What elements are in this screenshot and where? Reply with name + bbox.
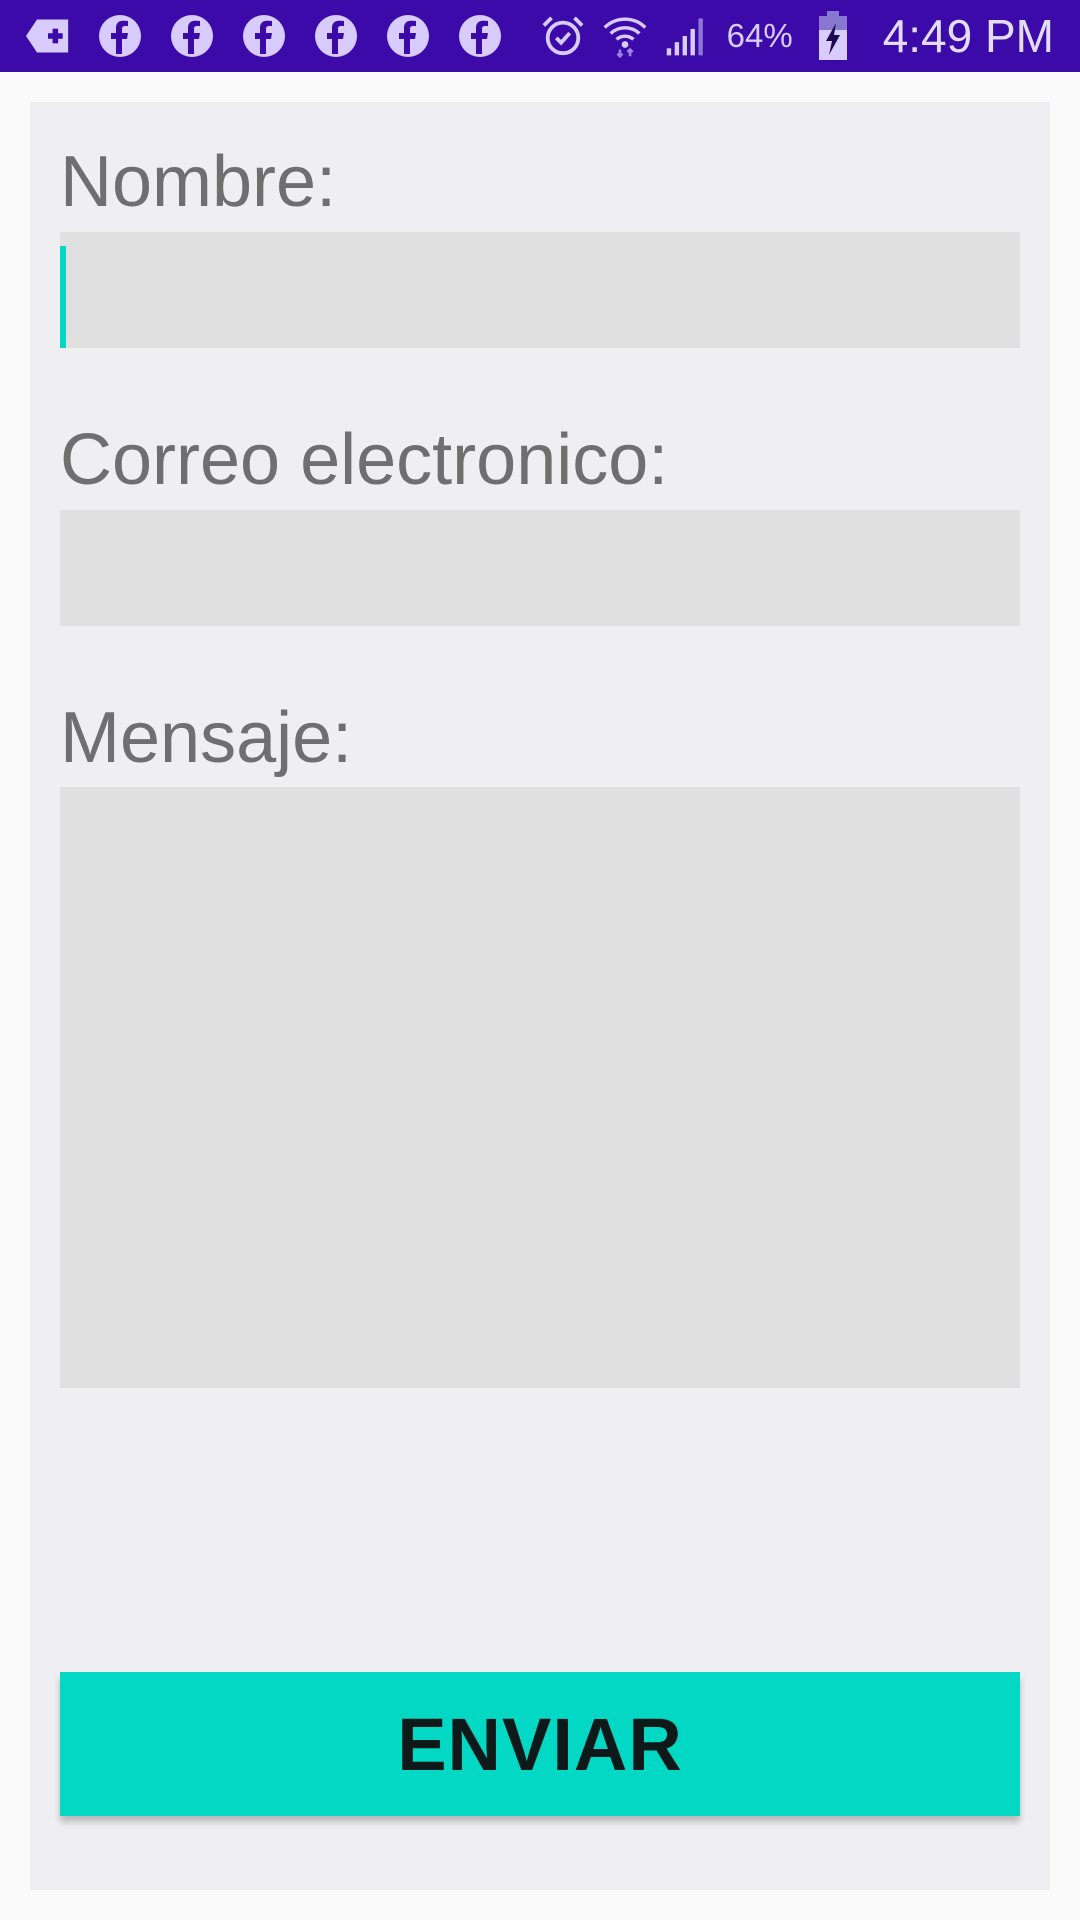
name-field[interactable] (60, 232, 1020, 348)
add-notification-icon (26, 14, 70, 58)
email-field[interactable] (60, 510, 1020, 626)
text-cursor (60, 246, 66, 348)
facebook-icon (170, 14, 214, 58)
facebook-icon (314, 14, 358, 58)
name-label: Nombre: (60, 142, 337, 222)
contact-form-card: Nombre: Correo electronico: Mensaje: ENV… (30, 102, 1050, 1890)
facebook-icon (242, 14, 286, 58)
signal-icon (665, 14, 709, 58)
facebook-icon (458, 14, 502, 58)
send-button[interactable]: ENVIAR (60, 1672, 1020, 1816)
wifi-icon (603, 14, 647, 59)
battery-percent: 64% (726, 17, 793, 54)
system-icons: 64% 4:49 PM (541, 9, 1054, 63)
notification-icons (26, 14, 502, 58)
battery-charging-icon (811, 11, 855, 60)
message-field[interactable] (60, 787, 1020, 1388)
facebook-icon (386, 14, 430, 58)
message-label: Mensaje: (60, 698, 353, 778)
email-label: Correo electronico: (60, 420, 669, 500)
clock: 4:49 PM (882, 10, 1054, 62)
status-bar: 64% 4:49 PM (0, 0, 1080, 72)
alarm-icon (541, 14, 585, 58)
facebook-icon (98, 14, 142, 58)
